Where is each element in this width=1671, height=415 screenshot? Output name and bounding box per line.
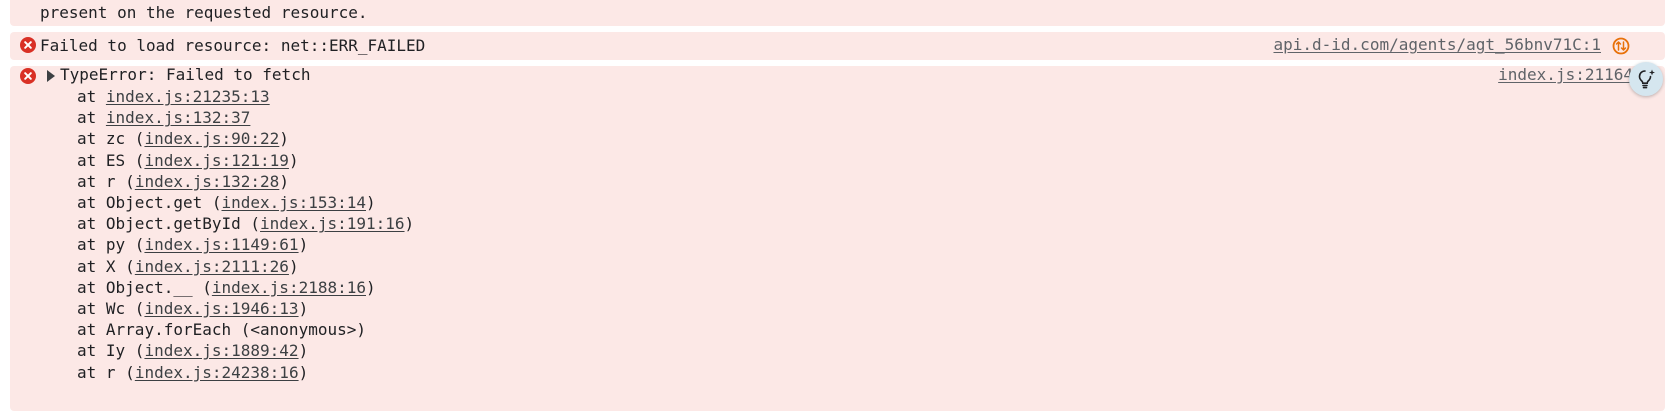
stack-frame-suffix: )	[288, 150, 299, 170]
stack-frame-prefix: at	[77, 362, 106, 382]
stack-frame-function: r (	[105, 362, 135, 382]
stack-frame-suffix: )	[298, 299, 309, 318]
stack-frame-suffix: )	[298, 362, 309, 382]
stack-frame-link[interactable]: index.js:24238:16	[135, 363, 299, 382]
stack-frame-link[interactable]: index.js:153:14	[222, 193, 367, 212]
stack-frame-prefix: at	[77, 214, 106, 234]
stack-frame-prefix: at	[77, 256, 106, 276]
stack-frame: at Array.forEach (<anonymous>)	[77, 319, 366, 341]
stack-frame-link[interactable]: index.js:1149:61	[144, 235, 298, 254]
stack-frame: at r (index.js:24238:16)	[77, 362, 308, 384]
stack-frame-link[interactable]: index.js:2188:16	[212, 278, 366, 297]
message-text: Failed to load resource: net::ERR_FAILED	[40, 36, 426, 55]
source-link[interactable]: index.js:21164	[1498, 64, 1633, 86]
source-link[interactable]: api.d-id.com/agents/agt_56bnv71C:1	[1273, 35, 1601, 54]
network-request-icon[interactable]	[1612, 37, 1630, 55]
console-message-continued: present on the requested resource.	[10, 0, 1665, 26]
stack-frame-function: zc (	[105, 129, 145, 149]
stack-frame-suffix: )	[298, 235, 309, 255]
stack-frame-function: Wc (	[105, 299, 145, 318]
stack-frame-link[interactable]: index.js:1889:42	[144, 341, 298, 360]
stack-frame-prefix: at	[77, 171, 106, 191]
stack-frame-function: Iy (	[105, 341, 145, 361]
stack-frame-function: py (	[105, 235, 145, 255]
stack-frame-prefix: at	[77, 235, 106, 255]
stack-frame-suffix: )	[288, 256, 299, 276]
stack-frame-suffix: )	[298, 341, 309, 361]
stack-frame-suffix: )	[279, 171, 289, 191]
lightbulb-insight-icon	[1638, 69, 1655, 89]
stack-frame: at index.js:132:37	[77, 107, 250, 129]
stack-frame-link[interactable]: index.js:121:19	[144, 151, 289, 170]
console-message-resource-error: Failed to load resource: net::ERR_FAILED…	[10, 32, 1665, 60]
stack-frame-prefix: at	[77, 87, 106, 106]
stack-frame: at r (index.js:132:28)	[77, 171, 289, 193]
stack-frame-link[interactable]: index.js:132:28	[135, 172, 280, 191]
stack-frame-function: Object.__ (	[105, 277, 212, 297]
error-circle-icon	[20, 37, 36, 53]
stack-frame-prefix: at	[77, 129, 106, 149]
stack-frame: at zc (index.js:90:22)	[77, 128, 289, 150]
stack-frame: at py (index.js:1149:61)	[77, 234, 308, 256]
stack-frame-prefix: at	[77, 150, 106, 170]
expand-triangle-icon[interactable]	[47, 70, 55, 82]
stack-frame-prefix: at	[77, 277, 106, 297]
stack-frame: at ES (index.js:121:19)	[77, 150, 299, 172]
stack-frame-prefix: at	[77, 108, 106, 128]
error-circle-icon	[20, 68, 36, 84]
stack-frame-link[interactable]: index.js:191:16	[260, 214, 405, 233]
stack-frame-link[interactable]: index.js:1946:13	[144, 299, 298, 318]
stack-frame: at X (index.js:2111:26)	[77, 256, 299, 278]
stack-frame-link[interactable]: index.js:132:37	[106, 108, 251, 127]
stack-frame-suffix: )	[404, 214, 415, 234]
stack-frame-link[interactable]: index.js:21235:13	[106, 87, 270, 106]
stack-frame: at index.js:21235:13	[77, 86, 270, 108]
console-message-type-error: TypeError: Failed to fetch index.js:2116…	[10, 64, 1665, 411]
stack-frame-suffix: )	[279, 129, 289, 149]
stack-frame-prefix: at	[77, 341, 106, 361]
stack-frame-function: ES (	[105, 150, 145, 170]
stack-frame: at Object.getById (index.js:191:16)	[77, 213, 414, 235]
stack-frame-function: Array.forEach (<anonymous>)	[105, 320, 366, 340]
message-text: present on the requested resource.	[40, 3, 368, 22]
stack-frame-suffix: )	[366, 193, 376, 212]
stack-frame-prefix: at	[77, 299, 106, 318]
stack-frame-suffix: )	[366, 277, 376, 297]
stack-frame-function: Object.get (	[105, 193, 222, 212]
stack-frame-prefix: at	[77, 320, 106, 340]
stack-frame: at Object.__ (index.js:2188:16)	[77, 277, 376, 299]
stack-frame-prefix: at	[77, 193, 106, 212]
stack-frame-function: Object.getById (	[105, 214, 261, 234]
insight-button[interactable]	[1629, 62, 1663, 96]
stack-frame: at Iy (index.js:1889:42)	[77, 340, 308, 362]
stack-frame-function: X (	[105, 256, 135, 276]
stack-frame-link[interactable]: index.js:2111:26	[135, 257, 289, 276]
stack-frame: at Wc (index.js:1946:13)	[77, 298, 308, 320]
stack-frame-link[interactable]: index.js:90:22	[144, 129, 279, 148]
stack-frame: at Object.get (index.js:153:14)	[77, 192, 376, 214]
error-header[interactable]: TypeError: Failed to fetch	[60, 64, 310, 86]
stack-frame-function: r (	[105, 171, 135, 191]
